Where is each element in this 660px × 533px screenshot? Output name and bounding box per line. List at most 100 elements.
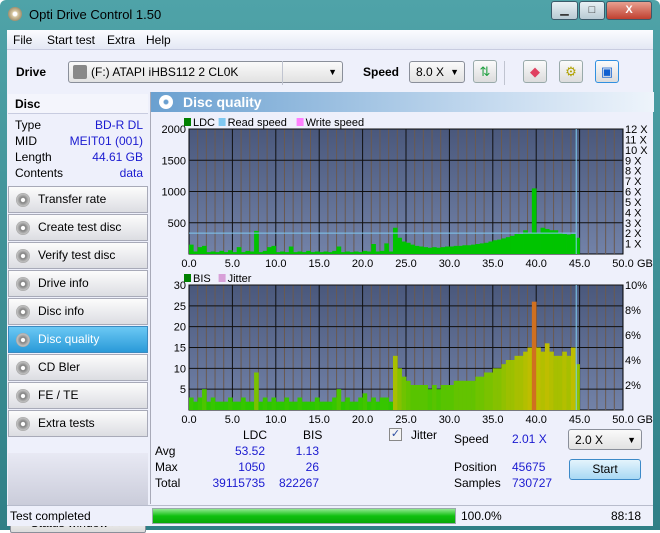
- samples-label: Samples: [454, 476, 501, 490]
- ldc-bar: [210, 251, 216, 254]
- disc-icon: [16, 305, 30, 319]
- speed-select[interactable]: 8.0 X ▼: [409, 61, 465, 83]
- bis-bar: [280, 401, 285, 410]
- toolbar-divider: [282, 61, 283, 85]
- bis-bar: [419, 385, 424, 410]
- bis-bar: [544, 343, 550, 410]
- bis-bar: [562, 351, 567, 410]
- bis-bar: [406, 380, 411, 410]
- bis-bar: [449, 385, 455, 410]
- sidebar-item-create-test-disc[interactable]: Create test disc: [8, 214, 148, 241]
- x-tick-label: 35.0: [482, 258, 503, 270]
- x-unit-label: GB: [637, 258, 653, 270]
- maximize-button[interactable]: □: [579, 1, 605, 20]
- legend-label: Write speed: [306, 117, 365, 129]
- minimize-button[interactable]: ▁: [551, 1, 578, 20]
- ldc-bar: [280, 251, 285, 254]
- panel-title: Disc quality: [183, 94, 262, 110]
- x-tick-label: 35.0: [482, 414, 503, 426]
- refresh-button[interactable]: ⇅: [473, 60, 497, 83]
- bis-bar: [301, 401, 307, 410]
- ldc-bar: [427, 247, 433, 254]
- start-button[interactable]: Start: [569, 459, 641, 480]
- disc-info-row: Type BD-R DL: [15, 118, 143, 134]
- ldc-bar: [267, 247, 272, 254]
- bis-bar: [432, 385, 437, 410]
- title-bar: Opti Drive Control 1.50 ▁ □ X: [0, 0, 660, 30]
- sidebar-item-drive-info[interactable]: Drive info: [8, 270, 148, 297]
- stats-col-ldc: LDC: [243, 428, 268, 442]
- y2-tick-label: 6 X: [625, 187, 642, 199]
- ldc-bar: [232, 252, 238, 254]
- app-disc-icon: [8, 7, 22, 21]
- jitter-checkbox[interactable]: ✓: [389, 428, 402, 441]
- menu-start-test[interactable]: Start test: [47, 33, 95, 47]
- bis-bar: [553, 355, 559, 410]
- x-tick-label: 20.0: [352, 414, 373, 426]
- ldc-bar: [271, 245, 277, 254]
- bis-bar: [210, 397, 216, 410]
- sidebar-item-transfer-rate[interactable]: Transfer rate: [8, 186, 148, 213]
- bis-bar: [206, 401, 211, 410]
- bis-bar: [566, 355, 572, 410]
- ldc-bar: [314, 251, 320, 254]
- sidebar-item-label: Verify test disc: [38, 248, 116, 262]
- ldc-bar: [505, 237, 511, 254]
- sidebar-item-extra-tests[interactable]: Extra tests: [8, 410, 148, 437]
- bis-bar: [249, 401, 255, 410]
- speed-stat-value: 2.01 X: [512, 432, 547, 446]
- menu-help[interactable]: Help: [146, 33, 171, 47]
- legend-label: Jitter: [228, 273, 252, 285]
- ldc-bar: [327, 252, 333, 254]
- ldc-bar: [436, 247, 442, 254]
- ldc-bar: [293, 252, 298, 254]
- ldc-bar: [419, 246, 424, 254]
- bis-bar: [314, 397, 320, 410]
- gears-icon: ⚙: [565, 64, 577, 79]
- bis-bar: [267, 401, 272, 410]
- ldc-bar: [501, 238, 507, 254]
- ldc-bar: [432, 247, 437, 254]
- save-button[interactable]: ▣: [595, 60, 619, 83]
- ldc-bar: [288, 246, 294, 254]
- bis-bar: [345, 397, 350, 410]
- sidebar-item-verify-test-disc[interactable]: Verify test disc: [8, 242, 148, 269]
- ldc-bar: [189, 244, 194, 254]
- info-key: MID: [15, 134, 37, 148]
- stats-ldc-value: 53.52: [234, 444, 265, 458]
- menu-extra[interactable]: Extra: [107, 33, 135, 47]
- bis-bar: [436, 389, 442, 410]
- info-value: data: [119, 166, 143, 180]
- bis-bar: [510, 360, 515, 410]
- ldc-bar: [202, 245, 207, 254]
- ldc-bar: [549, 230, 554, 254]
- sidebar-item-label: Disc info: [38, 304, 85, 318]
- menu-file[interactable]: File: [13, 33, 32, 47]
- info-value: MEIT01 (001): [69, 134, 143, 148]
- drive-select[interactable]: (F:) ATAPI iHBS112 2 CL0K ▼: [68, 61, 343, 83]
- client-area: File Start test Extra Help Drive (F:) AT…: [7, 30, 654, 533]
- y2-tick-label: 6%: [625, 330, 641, 342]
- y-tick-label: 1500: [162, 155, 186, 167]
- stats-bis-value: 822267: [278, 476, 319, 490]
- bis-bar: [228, 397, 233, 410]
- ldc-bar: [384, 243, 389, 254]
- settings-button[interactable]: ⚙: [559, 60, 583, 83]
- sidebar-item-fe-te[interactable]: FE / TE: [8, 382, 148, 409]
- bis-bar: [384, 397, 389, 410]
- bis-bar: [388, 401, 394, 410]
- sidebar-item-cd-bler[interactable]: CD Bler: [8, 354, 148, 381]
- close-button[interactable]: X: [606, 1, 652, 20]
- bis-bar: [275, 401, 281, 410]
- erase-button[interactable]: ◆: [523, 60, 547, 83]
- test-speed-select[interactable]: 2.0 X ▼: [568, 429, 642, 450]
- ldc-bar: [514, 234, 520, 254]
- ldc-bar: [536, 232, 541, 254]
- x-tick-label: 40.0: [525, 414, 546, 426]
- x-tick-label: 30.0: [439, 414, 460, 426]
- ldc-bar: [219, 250, 225, 254]
- sidebar-item-disc-info[interactable]: Disc info: [8, 298, 148, 325]
- ldc-bar: [484, 242, 489, 254]
- sidebar-item-disc-quality[interactable]: Disc quality: [8, 326, 148, 353]
- disc-icon: [16, 221, 30, 235]
